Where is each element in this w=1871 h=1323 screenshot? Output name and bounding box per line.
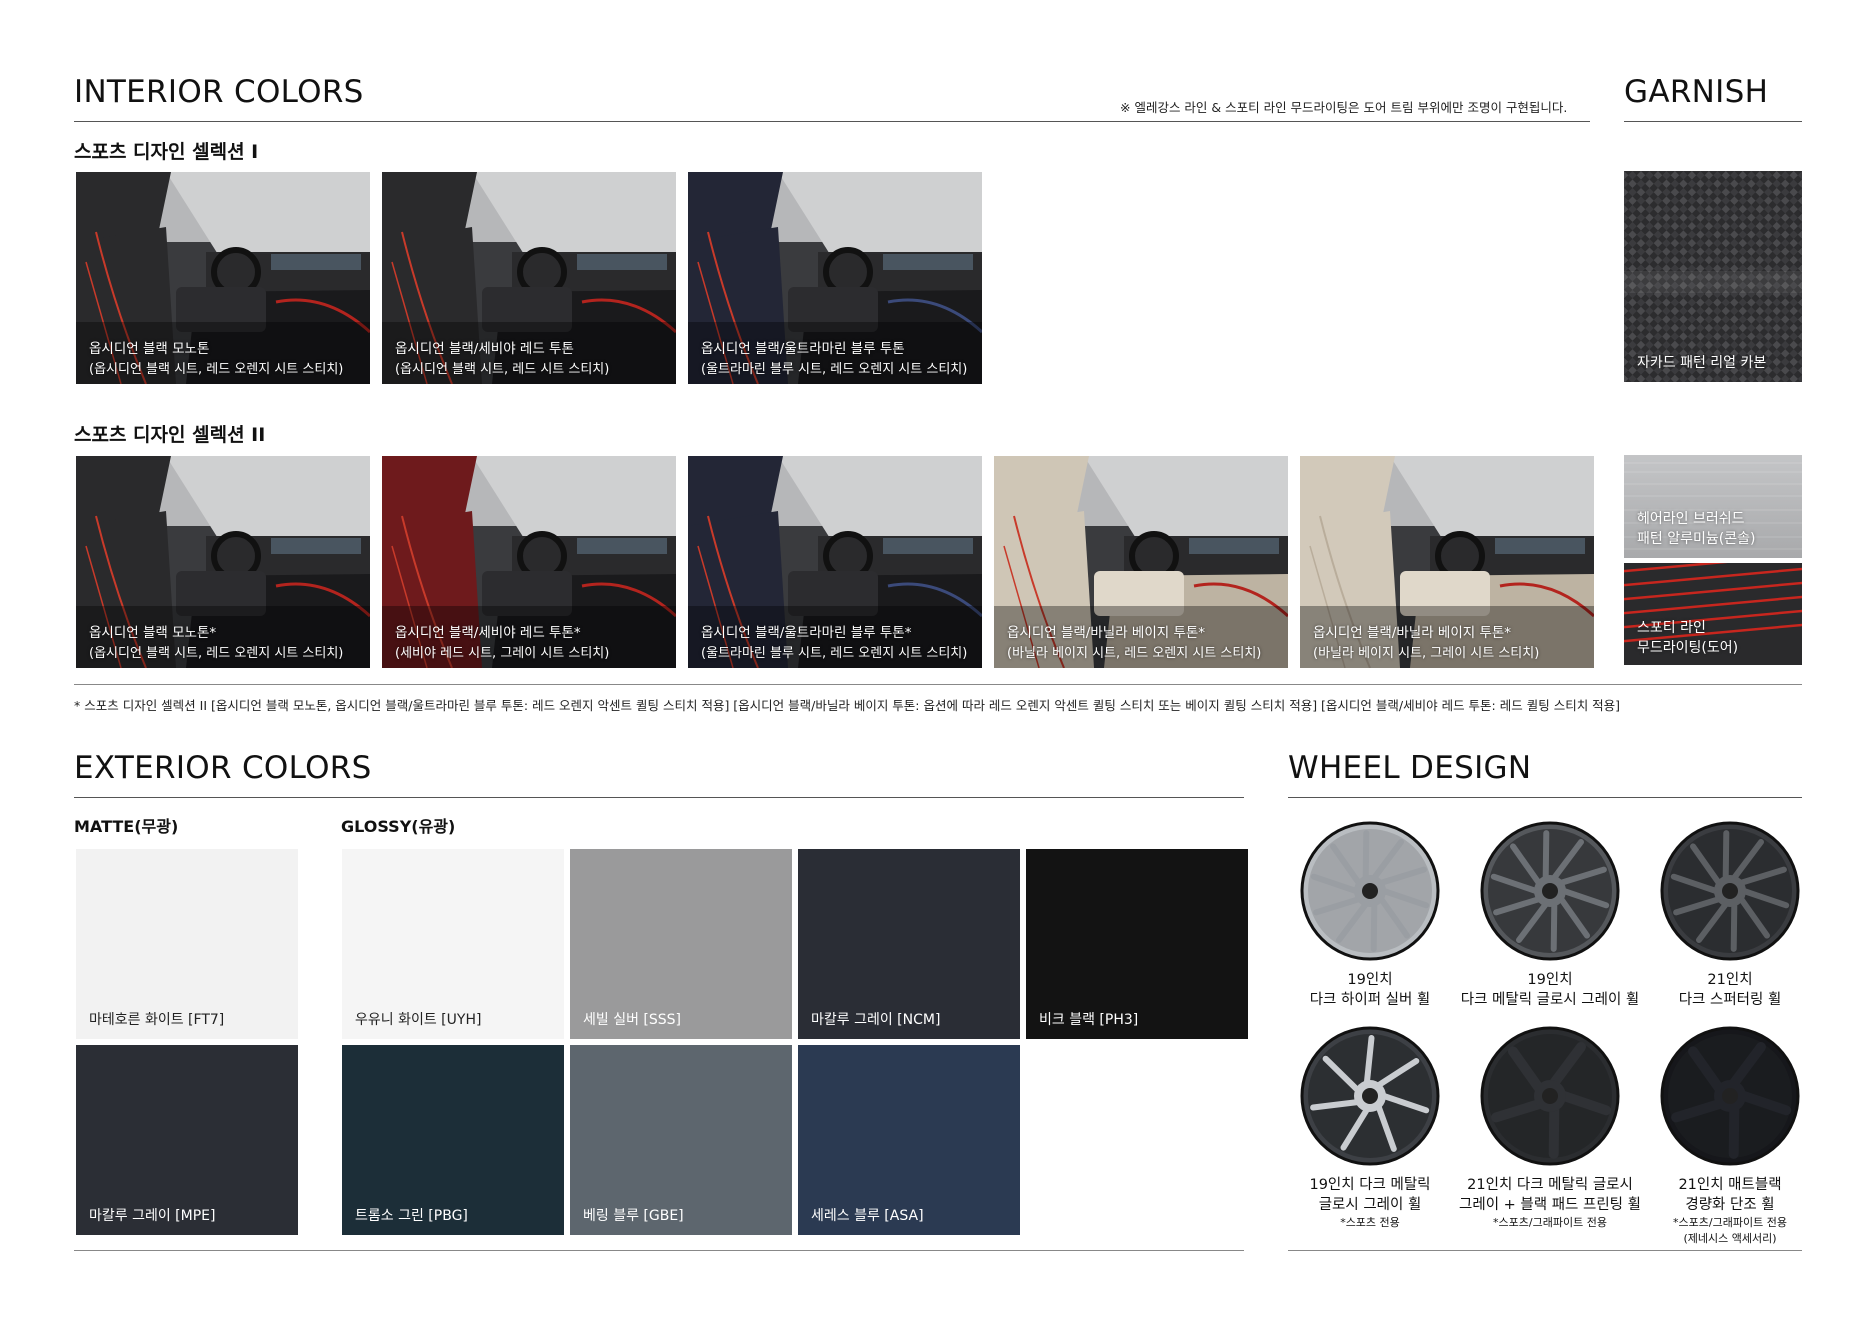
garnish-aluminium-line2: 패턴 알루미늄(콘솔): [1637, 531, 1756, 547]
wheel-name-line1: 21인치: [1707, 972, 1753, 988]
selection-2-tile-2[interactable]: 옵시디언 블랙/세비야 레드 투톤* (세비야 레드 시트, 그레이 시트 스티…: [382, 456, 676, 668]
swatch-label: 트롬소 그린 [PBG]: [355, 1208, 468, 1224]
glossy-swatch-2[interactable]: 세빌 실버 [SSS]: [570, 849, 792, 1039]
wheel-note-2: (제네시스 액세서리): [1683, 1232, 1777, 1245]
garnish-brushed-aluminium[interactable]: 헤어라인 브러쉬드 패턴 알루미늄(콘솔): [1624, 455, 1802, 558]
selection-2-tile-detail: (울트라마린 블루 시트, 레드 오렌지 시트 스티치): [701, 646, 968, 661]
glossy-swatch-5[interactable]: 트롬소 그린 [PBG]: [342, 1045, 564, 1235]
matte-swatch-2[interactable]: 마칼루 그레이 [MPE]: [76, 1045, 298, 1235]
garnish-real-carbon[interactable]: 자카드 패턴 리얼 카본: [1624, 171, 1802, 382]
glossy-swatch-7[interactable]: 세레스 블루 [ASA]: [798, 1045, 1020, 1235]
selection-1-tile-name: 옵시디언 블랙/울트라마린 블루 투톤: [701, 341, 905, 357]
swatch-label: 마칼루 그레이 [MPE]: [89, 1208, 216, 1224]
glossy-title: GLOSSY(유광): [341, 817, 456, 836]
selection-1-title: 스포츠 디자인 셀렉션 I: [74, 141, 259, 163]
selection-2-title: 스포츠 디자인 셀렉션 II: [74, 424, 266, 446]
garnish-title: GARNISH: [1624, 74, 1769, 110]
selection-2-tile-name: 옵시디언 블랙/세비야 레드 투톤*: [395, 625, 581, 641]
wheel-name-line2: 다크 스퍼터링 휠: [1678, 992, 1782, 1008]
wheel-design-title: WHEEL DESIGN: [1288, 750, 1532, 786]
wheel-name-line1: 21인치 다크 메탈릭 글로시: [1467, 1177, 1633, 1193]
selection-2-tile-5[interactable]: 옵시디언 블랙/바닐라 베이지 투톤* (바닐라 베이지 시트, 그레이 시트 …: [1300, 456, 1594, 668]
interior-footnote: * 스포츠 디자인 셀렉션 II [옵시디언 블랙 모노톤, 옵시디언 블랙/울…: [74, 698, 1621, 713]
garnish-label-carbon: 자카드 패턴 리얼 카본: [1637, 355, 1767, 371]
selection-2-tile-detail: (옵시디언 블랙 시트, 레드 오렌지 시트 스티치): [89, 646, 344, 661]
selection-1-tile-name: 옵시디언 블랙/세비야 레드 투톤: [395, 341, 574, 357]
swatch-label: 우유니 화이트 [UYH]: [355, 1012, 482, 1028]
wheel-name-line1: 19인치: [1527, 972, 1573, 988]
wheel-name-line1: 21인치 매트블랙: [1678, 1177, 1782, 1193]
wheel-image-4[interactable]: [1300, 1026, 1440, 1166]
selection-2-tile-name: 옵시디언 블랙 모노톤*: [89, 625, 217, 641]
interior-bottom-rule: [74, 684, 1802, 685]
selection-1-tile-2[interactable]: 옵시디언 블랙/세비야 레드 투톤 (옵시디언 블랙 시트, 레드 시트 스티치…: [382, 172, 676, 384]
matte-swatch-1[interactable]: 마테호른 화이트 [FT7]: [76, 849, 298, 1039]
selection-2-tile-3[interactable]: 옵시디언 블랙/울트라마린 블루 투톤* (울트라마린 블루 시트, 레드 오렌…: [688, 456, 982, 668]
selection-2-tile-detail: (세비야 레드 시트, 그레이 시트 스티치): [395, 646, 610, 661]
wheel-name-line2: 경량화 단조 휠: [1685, 1197, 1775, 1213]
selection-2-tile-1[interactable]: 옵시디언 블랙 모노톤* (옵시디언 블랙 시트, 레드 오렌지 시트 스티치): [76, 456, 370, 668]
wheel-name-line1: 19인치: [1347, 972, 1393, 988]
interior-colors-title: INTERIOR COLORS: [74, 74, 364, 110]
garnish-label-aluminium: 헤어라인 브러쉬드 패턴 알루미늄(콘솔): [1637, 509, 1755, 549]
wheel-image-3[interactable]: [1660, 821, 1800, 961]
swatch-label: 세빌 실버 [SSS]: [583, 1012, 682, 1028]
glossy-swatch-6[interactable]: 베링 블루 [GBE]: [570, 1045, 792, 1235]
swatch-label: 비크 블랙 [PH3]: [1039, 1012, 1139, 1028]
exterior-colors-title: EXTERIOR COLORS: [74, 750, 372, 786]
wheel-name-line2: 그레이 + 블랙 패드 프린팅 휠: [1459, 1197, 1641, 1213]
wheel-title-rule: [1288, 797, 1802, 798]
wheel-note: *스포츠/그래파이트 전용: [1673, 1216, 1787, 1229]
swatch-label: 마칼루 그레이 [NCM]: [811, 1012, 941, 1028]
interior-lighting-note: ※ 엘레강스 라인 & 스포티 라인 무드라이팅은 도어 트림 부위에만 조명이…: [1120, 100, 1568, 115]
selection-2-tile-detail: (바닐라 베이지 시트, 레드 오렌지 시트 스티치): [1007, 646, 1262, 661]
wheel-name-line2: 글로시 그레이 휠: [1318, 1197, 1422, 1213]
glossy-swatch-1[interactable]: 우유니 화이트 [UYH]: [342, 849, 564, 1039]
garnish-label-mood: 스포티 라인 무드라이팅(도어): [1637, 618, 1738, 658]
selection-2-tile-4[interactable]: 옵시디언 블랙/바닐라 베이지 투톤* (바닐라 베이지 시트, 레드 오렌지 …: [994, 456, 1288, 668]
wheel-image-1[interactable]: [1300, 821, 1440, 961]
garnish-aluminium-line1: 헤어라인 브러쉬드: [1637, 511, 1745, 527]
selection-2-tile-name: 옵시디언 블랙/바닐라 베이지 투톤*: [1313, 625, 1512, 641]
swatch-label: 세레스 블루 [ASA]: [811, 1208, 924, 1224]
wheel-image-6[interactable]: [1660, 1026, 1800, 1166]
interior-title-rule: [74, 121, 1590, 122]
wheel-bottom-rule: [1288, 1250, 1802, 1251]
selection-1-tile-3[interactable]: 옵시디언 블랙/울트라마린 블루 투톤 (울트라마린 블루 시트, 레드 오렌지…: [688, 172, 982, 384]
garnish-mood-lighting[interactable]: 스포티 라인 무드라이팅(도어): [1624, 563, 1802, 665]
wheel-image-5[interactable]: [1480, 1026, 1620, 1166]
selection-2-tile-name: 옵시디언 블랙/울트라마린 블루 투톤*: [701, 625, 912, 641]
selection-1-tile-detail: (울트라마린 블루 시트, 레드 오렌지 시트 스티치): [701, 362, 968, 377]
matte-title: MATTE(무광): [74, 817, 179, 836]
wheel-label-3: 21인치 다크 스퍼터링 휠: [1620, 970, 1840, 1010]
garnish-mood-line1: 스포티 라인: [1637, 620, 1706, 636]
selection-1-tile-detail: (옵시디언 블랙 시트, 레드 시트 스티치): [395, 362, 610, 377]
glossy-swatch-3[interactable]: 마칼루 그레이 [NCM]: [798, 849, 1020, 1039]
garnish-title-rule: [1624, 121, 1802, 122]
exterior-bottom-rule: [74, 1250, 1244, 1251]
wheel-name-line2: 다크 하이퍼 실버 휠: [1309, 992, 1431, 1008]
garnish-mood-line2: 무드라이팅(도어): [1637, 640, 1739, 656]
carbon-pattern: [1624, 171, 1802, 382]
selection-2-tile-detail: (바닐라 베이지 시트, 그레이 시트 스티치): [1313, 646, 1540, 661]
selection-1-tile-name: 옵시디언 블랙 모노톤: [89, 341, 210, 357]
wheel-label-6: 21인치 매트블랙 경량화 단조 휠 *스포츠/그래파이트 전용 (제네시스 액세서…: [1620, 1175, 1840, 1247]
wheel-name-line2: 다크 메탈릭 글로시 그레이 휠: [1460, 992, 1640, 1008]
wheel-name-line1: 19인치 다크 메탈릭: [1309, 1177, 1431, 1193]
swatch-label: 베링 블루 [GBE]: [583, 1208, 684, 1224]
selection-1-tile-detail: (옵시디언 블랙 시트, 레드 오렌지 시트 스티치): [89, 362, 344, 377]
selection-1-tile-1[interactable]: 옵시디언 블랙 모노톤 (옵시디언 블랙 시트, 레드 오렌지 시트 스티치): [76, 172, 370, 384]
exterior-title-rule: [74, 797, 1244, 798]
swatch-label: 마테호른 화이트 [FT7]: [89, 1012, 225, 1028]
wheel-image-2[interactable]: [1480, 821, 1620, 961]
glossy-swatch-4[interactable]: 비크 블랙 [PH3]: [1026, 849, 1248, 1039]
selection-2-tile-name: 옵시디언 블랙/바닐라 베이지 투톤*: [1007, 625, 1206, 641]
